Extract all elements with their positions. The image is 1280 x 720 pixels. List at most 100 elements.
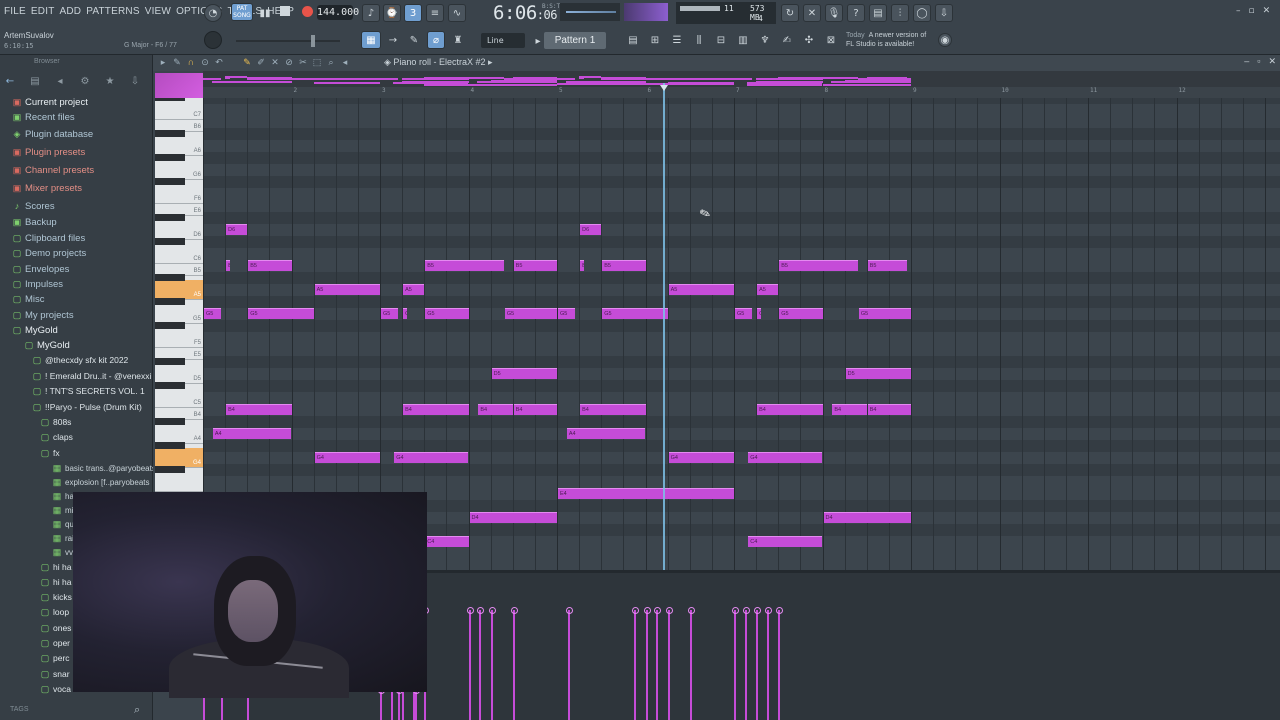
piano-key[interactable]: E5 bbox=[155, 340, 203, 360]
note[interactable]: A4 bbox=[212, 428, 292, 439]
time-ruler[interactable]: 2 3 4 5 6 7 8 9 10 11 12 bbox=[203, 87, 1280, 98]
browser-item[interactable]: ▣ Channel presets bbox=[12, 163, 94, 177]
magnet-icon[interactable]: ∩ bbox=[185, 56, 197, 69]
slider-handle[interactable] bbox=[311, 35, 315, 47]
piano-key[interactable]: E6 bbox=[155, 196, 203, 216]
browser-item[interactable]: ▢ MyGold bbox=[24, 338, 70, 352]
draw-tool-icon[interactable]: ✎ bbox=[405, 31, 423, 49]
piano-key[interactable]: A5 bbox=[155, 280, 203, 300]
browser-item[interactable]: ▣ Recent files bbox=[12, 110, 75, 124]
piano-keyboard[interactable]: C7 B6 A6 G6 F6 E6 D6 C6 B5 A5 G5 F5 E5 D5 C5 B4 A4 G4 bbox=[155, 98, 203, 492]
note[interactable]: G5 bbox=[558, 308, 575, 319]
plugin-picker-icon[interactable]: ⊟ bbox=[712, 31, 730, 49]
tools-icon[interactable]: ✕ bbox=[803, 4, 821, 22]
velocity-stem[interactable] bbox=[488, 607, 496, 720]
browser-item[interactable]: ▢ oper bbox=[40, 636, 70, 650]
touch-keyboard-icon[interactable]: ✍ bbox=[778, 31, 796, 49]
piano-black-key[interactable] bbox=[155, 322, 185, 329]
help-icon[interactable]: ? bbox=[847, 4, 865, 22]
note[interactable]: B5 bbox=[602, 260, 646, 271]
note[interactable]: A5 bbox=[314, 284, 380, 295]
browser-back-icon[interactable]: ← bbox=[2, 74, 18, 90]
pr-menu-icon[interactable]: ✎ bbox=[171, 56, 183, 69]
browser-item[interactable]: ▢ @thecxdy sfx kit 2022 bbox=[32, 353, 129, 367]
tempo-display[interactable]: 144.000 bbox=[317, 5, 359, 20]
note[interactable]: A5 bbox=[403, 284, 425, 295]
browser-item[interactable]: ▢ voca bbox=[40, 682, 71, 696]
render-icon[interactable]: ⊠ bbox=[822, 31, 840, 49]
zoom-tool-icon[interactable]: ⌕ bbox=[325, 56, 337, 69]
note[interactable]: B4 bbox=[757, 404, 823, 415]
online-icon[interactable]: ◉ bbox=[938, 33, 952, 47]
piano-black-key[interactable] bbox=[155, 130, 185, 137]
note[interactable]: B5 bbox=[425, 260, 504, 271]
piano-key[interactable]: B5 bbox=[155, 256, 203, 276]
browser-star-icon[interactable]: ★ bbox=[102, 74, 118, 90]
metronome-icon[interactable]: ♪ bbox=[362, 4, 380, 22]
piano-black-key[interactable] bbox=[155, 154, 185, 161]
note[interactable]: B5 bbox=[867, 260, 907, 271]
playlist-view-icon[interactable]: ▤ bbox=[624, 31, 642, 49]
browser-item[interactable]: ▢ hi ha bbox=[40, 575, 72, 589]
delete-tool-icon[interactable]: ✕ bbox=[269, 56, 281, 69]
piano-black-key[interactable] bbox=[155, 274, 185, 281]
note[interactable]: B5 bbox=[580, 260, 584, 271]
slice-tool-icon[interactable]: ✂ bbox=[297, 56, 309, 69]
note[interactable]: G5 bbox=[858, 308, 911, 319]
browser-item[interactable]: ◈ Plugin database bbox=[12, 127, 94, 141]
search-icon[interactable]: ⌕ bbox=[134, 703, 140, 717]
menu-patterns[interactable]: PATTERNS bbox=[86, 6, 139, 17]
select-tool-icon[interactable]: ⬚ bbox=[311, 56, 323, 69]
velocity-stem[interactable] bbox=[631, 607, 639, 720]
close-icon[interactable]: ✕ bbox=[1263, 6, 1271, 16]
note[interactable]: G5 bbox=[504, 308, 557, 319]
piano-key[interactable]: A4 bbox=[155, 424, 203, 444]
note[interactable]: B4 bbox=[867, 404, 911, 415]
browser-item[interactable]: ▢ Clipboard files bbox=[12, 231, 85, 245]
browser-item[interactable]: ▢ Misc bbox=[12, 292, 45, 306]
velocity-stem[interactable] bbox=[742, 607, 750, 720]
piano-roll-corner[interactable] bbox=[155, 73, 203, 98]
browser-item[interactable]: ▢ !!Paryo - Pulse (Drum Kit) bbox=[32, 400, 142, 414]
note[interactable]: D5 bbox=[491, 368, 557, 379]
browser-item[interactable]: ▢ Demo projects bbox=[12, 246, 87, 260]
arrow-right-icon[interactable]: → bbox=[384, 31, 402, 49]
note[interactable]: G5 bbox=[779, 308, 823, 319]
note[interactable]: B4 bbox=[226, 404, 292, 415]
browser-item[interactable]: ▢ My projects bbox=[12, 308, 74, 322]
mixer-icon[interactable]: ⫶ bbox=[891, 4, 909, 22]
browser-view-icon[interactable]: ▥ bbox=[734, 31, 752, 49]
menu-edit[interactable]: EDIT bbox=[31, 6, 55, 17]
note[interactable]: G5 bbox=[425, 308, 469, 319]
velocity-stem[interactable] bbox=[764, 607, 772, 720]
menu-add[interactable]: ADD bbox=[60, 6, 82, 17]
note[interactable]: G4 bbox=[314, 452, 380, 463]
browser-item[interactable]: ▢! TNT'S SECRETS VOL. 1 bbox=[32, 384, 145, 398]
piano-key[interactable]: A6 bbox=[155, 136, 203, 156]
note[interactable]: D4 bbox=[823, 512, 911, 523]
mixer-view-icon[interactable]: ⫼ bbox=[690, 31, 708, 49]
microphone-icon[interactable]: 🎙 bbox=[825, 4, 843, 22]
piano-black-key[interactable] bbox=[155, 214, 185, 221]
mute-tool-icon[interactable]: ⊘ bbox=[283, 56, 295, 69]
velocity-stem[interactable] bbox=[477, 607, 485, 720]
note[interactable]: A5 bbox=[668, 284, 734, 295]
note[interactable]: G5 bbox=[204, 308, 221, 319]
browser-item[interactable]: ▢ MyGold bbox=[12, 323, 58, 337]
velocity-stem[interactable] bbox=[754, 607, 762, 720]
note[interactable]: D6 bbox=[226, 224, 248, 235]
piano-black-key[interactable] bbox=[155, 442, 185, 449]
browser-item[interactable]: ▢ fx bbox=[40, 446, 60, 460]
browser-item[interactable]: ▢ loop bbox=[40, 605, 69, 619]
pr-minimize-icon[interactable]: – bbox=[1244, 56, 1249, 67]
note[interactable]: G5 bbox=[735, 308, 752, 319]
pr-close-icon[interactable]: ✕ bbox=[1268, 56, 1276, 67]
note[interactable]: G4 bbox=[668, 452, 734, 463]
note[interactable]: B5 bbox=[513, 260, 557, 271]
paint-brush-icon[interactable]: ✐ bbox=[255, 56, 267, 69]
browser-item[interactable]: ▢ kicks bbox=[40, 590, 72, 604]
piano-black-key[interactable] bbox=[155, 238, 185, 245]
master-pitch-slider[interactable] bbox=[236, 35, 340, 47]
browser-speaker-icon[interactable]: ◂ bbox=[52, 74, 68, 90]
note[interactable]: B4 bbox=[513, 404, 557, 415]
